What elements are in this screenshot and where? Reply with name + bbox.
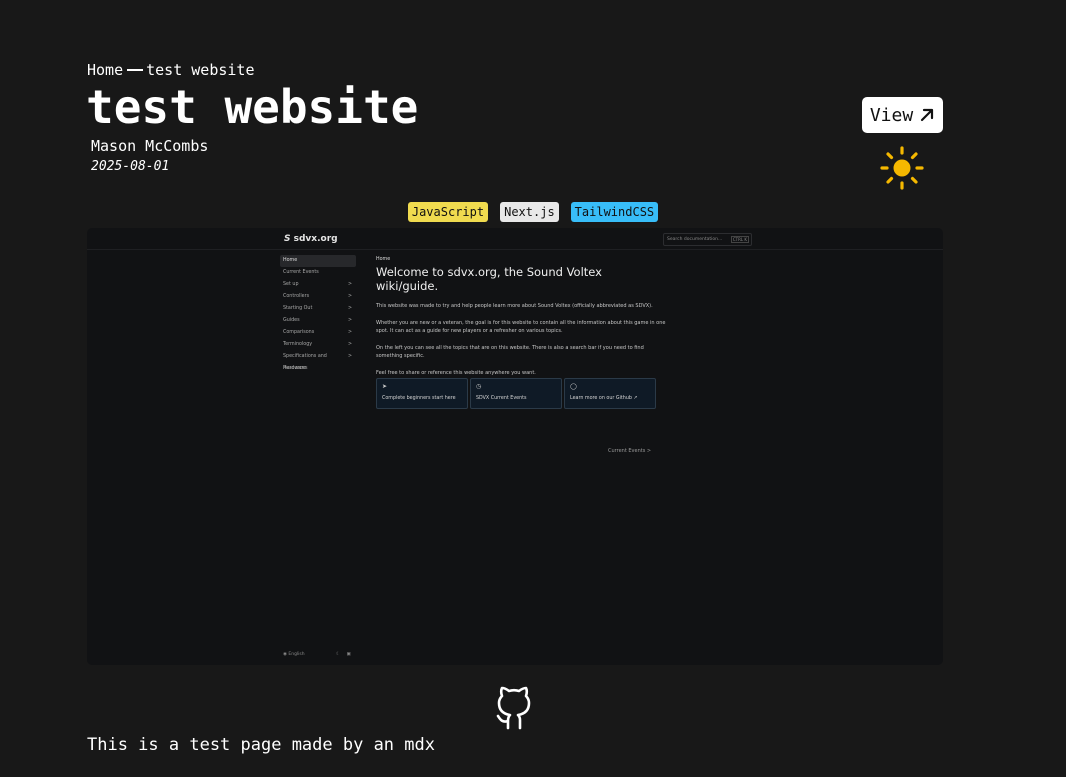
- preview-sidebar-item: Current Events: [283, 270, 319, 275]
- preview-sidebar-item: Resources: [283, 366, 308, 371]
- author-name: Mason McCombs: [91, 137, 209, 155]
- preview-sidebar-item: Comparisons >: [283, 330, 352, 335]
- preview-paragraph: Feel free to share or reference this web…: [376, 370, 536, 376]
- preview-sidebar-item: Home: [280, 255, 356, 267]
- preview-next-link: Current Events >: [608, 448, 652, 454]
- tag-list: JavaScript Next.js TailwindCSS: [0, 202, 1066, 222]
- preview-sidebar-item: Starting Out >: [283, 306, 352, 311]
- view-button[interactable]: View: [862, 97, 943, 133]
- preview-sidebar: Home Current Events Set up > Controllers >…: [280, 255, 356, 375]
- sidebar-toggle-icon: ▣: [346, 652, 351, 657]
- preview-paragraph: On the left you can see all the topics t…: [376, 345, 644, 359]
- preview-paragraph: This website was made to try and help pe…: [376, 303, 653, 309]
- preview-main: Home Welcome to sdvx.org, the Sound Volt…: [376, 257, 666, 377]
- breadcrumb-current: test website: [146, 61, 255, 79]
- preview-footer-icons: ☾ ▣: [336, 652, 351, 657]
- breadcrumb-home-link[interactable]: Home: [87, 61, 123, 79]
- preview-sidebar-item: Terminology >: [283, 342, 352, 347]
- page-title: test website: [86, 80, 419, 134]
- preview-card-label: Learn more on our Github ↗: [570, 396, 638, 401]
- preview-logo-text: sdvx.org: [293, 234, 338, 244]
- breadcrumb: Home test website: [87, 61, 255, 79]
- preview-card-label: Complete beginners start here: [382, 396, 456, 401]
- project-preview-image: S sdvx.org Search documentation... CTRL …: [87, 228, 943, 665]
- rocket-icon: ➤: [382, 383, 388, 390]
- preview-paragraph: Whether you are new or a veteran, the go…: [376, 320, 666, 334]
- preview-sidebar-item: Set up >: [283, 282, 352, 287]
- preview-search: Search documentation... CTRL K: [663, 233, 752, 246]
- preview-card-label: SDVX Current Events: [476, 396, 527, 401]
- moon-icon: ☾: [336, 652, 341, 657]
- view-button-label: View: [869, 104, 914, 126]
- publish-date: 2025-08-01: [91, 159, 170, 174]
- github-icon: ◯: [570, 383, 577, 390]
- preview-logo: S sdvx.org: [284, 234, 338, 244]
- sun-icon[interactable]: [880, 146, 924, 190]
- preview-navbar: S sdvx.org Search documentation... CTRL …: [87, 228, 943, 250]
- preview-search-placeholder: Search documentation...: [667, 237, 723, 242]
- tag-nextjs: Next.js: [500, 202, 559, 222]
- preview-logo-mark: S: [284, 234, 291, 244]
- tag-tailwindcss: TailwindCSS: [570, 202, 659, 222]
- tag-javascript: JavaScript: [407, 202, 489, 222]
- preview-sidebar-item: Specifications and Hardware >: [283, 354, 352, 371]
- body-text: This is a test page made by an mdx: [87, 735, 435, 755]
- preview-card: ➤ Complete beginners start here: [376, 378, 468, 409]
- preview-sidebar-item: Guides >: [283, 318, 352, 323]
- preview-sidebar-item: Controllers >: [283, 294, 352, 299]
- preview-breadcrumb: Home: [376, 257, 391, 262]
- preview-search-kbd: CTRL K: [730, 236, 749, 243]
- preview-heading: Welcome to sdvx.org, the Sound Voltex wi…: [376, 265, 602, 293]
- preview-card: ◯ Learn more on our Github ↗: [564, 378, 656, 409]
- arrow-up-right-icon: [921, 108, 934, 122]
- clock-icon: ◷: [476, 383, 482, 390]
- preview-cards: ➤ Complete beginners start here ◷ SDVX C…: [376, 378, 656, 409]
- breadcrumb-separator: [127, 69, 144, 71]
- github-icon[interactable]: [493, 686, 535, 730]
- globe-icon: ◉: [283, 652, 287, 657]
- preview-card: ◷ SDVX Current Events: [470, 378, 562, 409]
- preview-language: ◉ English: [283, 652, 305, 657]
